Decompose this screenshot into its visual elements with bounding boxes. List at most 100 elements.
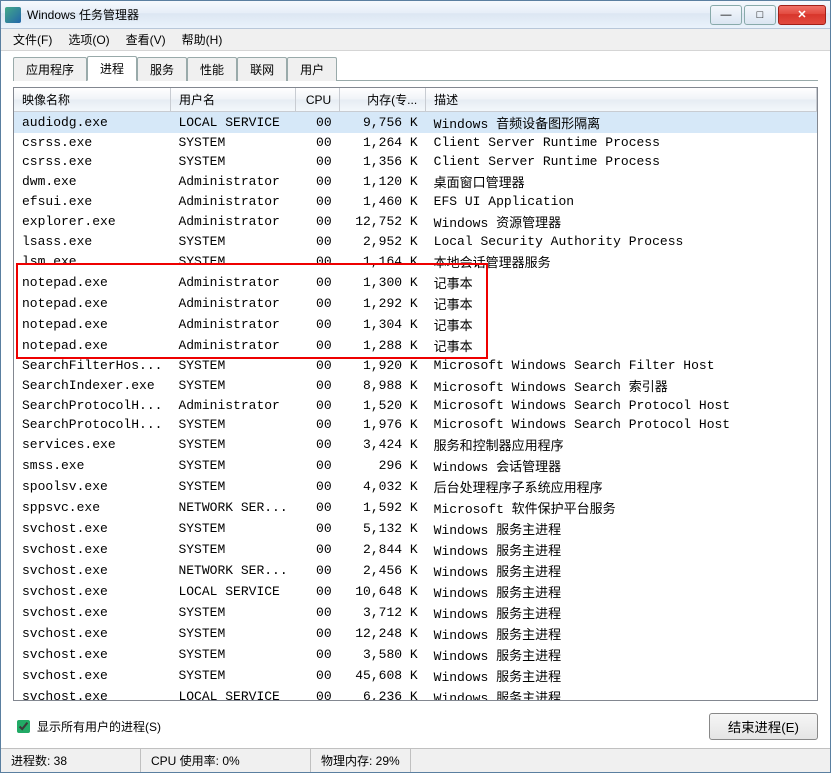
menu-options[interactable]: 选项(O) bbox=[60, 29, 117, 50]
cell-desc: Microsoft Windows Search Protocol Host bbox=[426, 415, 817, 434]
cell-mem: 12,248 K bbox=[340, 623, 426, 644]
cell-desc: Windows 服务主进程 bbox=[426, 686, 817, 700]
cell-user: SYSTEM bbox=[170, 251, 295, 272]
cell-desc: Windows 服务主进程 bbox=[426, 518, 817, 539]
table-row[interactable]: svchost.exeNETWORK SER...002,456 KWindow… bbox=[14, 560, 817, 581]
minimize-button[interactable]: — bbox=[710, 5, 742, 25]
tab-strip: 应用程序 进程 服务 性能 联网 用户 bbox=[1, 51, 830, 80]
table-row[interactable]: smss.exeSYSTEM00296 KWindows 会话管理器 bbox=[14, 455, 817, 476]
menu-file[interactable]: 文件(F) bbox=[5, 29, 60, 50]
cell-cpu: 00 bbox=[296, 152, 340, 171]
cell-name: smss.exe bbox=[14, 455, 170, 476]
show-all-users-input[interactable] bbox=[17, 720, 30, 733]
table-row[interactable]: SearchFilterHos...SYSTEM001,920 KMicroso… bbox=[14, 356, 817, 375]
table-row[interactable]: svchost.exeSYSTEM0012,248 KWindows 服务主进程 bbox=[14, 623, 817, 644]
menu-help[interactable]: 帮助(H) bbox=[174, 29, 231, 50]
cell-mem: 1,164 K bbox=[340, 251, 426, 272]
cell-user: Administrator bbox=[170, 314, 295, 335]
table-row[interactable]: explorer.exeAdministrator0012,752 KWindo… bbox=[14, 211, 817, 232]
cell-name: SearchProtocolH... bbox=[14, 396, 170, 415]
cell-cpu: 00 bbox=[296, 211, 340, 232]
table-row[interactable]: efsui.exeAdministrator001,460 KEFS UI Ap… bbox=[14, 192, 817, 211]
tab-services[interactable]: 服务 bbox=[137, 57, 187, 81]
cell-name: notepad.exe bbox=[14, 272, 170, 293]
table-row[interactable]: svchost.exeSYSTEM002,844 KWindows 服务主进程 bbox=[14, 539, 817, 560]
cell-mem: 1,976 K bbox=[340, 415, 426, 434]
table-row[interactable]: lsm.exeSYSTEM001,164 K本地会话管理器服务 bbox=[14, 251, 817, 272]
cell-desc: EFS UI Application bbox=[426, 192, 817, 211]
cell-desc: Microsoft Windows Search Protocol Host bbox=[426, 396, 817, 415]
table-row[interactable]: csrss.exeSYSTEM001,356 KClient Server Ru… bbox=[14, 152, 817, 171]
cell-mem: 8,988 K bbox=[340, 375, 426, 396]
statusbar: 进程数: 38 CPU 使用率: 0% 物理内存: 29% bbox=[1, 748, 830, 772]
tab-users[interactable]: 用户 bbox=[287, 57, 337, 81]
cell-mem: 3,424 K bbox=[340, 434, 426, 455]
cell-name: explorer.exe bbox=[14, 211, 170, 232]
cell-desc: Windows 服务主进程 bbox=[426, 644, 817, 665]
table-row[interactable]: SearchProtocolH...SYSTEM001,976 KMicroso… bbox=[14, 415, 817, 434]
cell-user: SYSTEM bbox=[170, 152, 295, 171]
cell-mem: 2,844 K bbox=[340, 539, 426, 560]
table-row[interactable]: notepad.exeAdministrator001,304 K记事本 bbox=[14, 314, 817, 335]
table-row[interactable]: services.exeSYSTEM003,424 K服务和控制器应用程序 bbox=[14, 434, 817, 455]
cell-desc: Microsoft Windows Search Filter Host bbox=[426, 356, 817, 375]
cell-cpu: 00 bbox=[296, 272, 340, 293]
cell-name: svchost.exe bbox=[14, 602, 170, 623]
tab-performance[interactable]: 性能 bbox=[187, 57, 237, 81]
cell-desc: 记事本 bbox=[426, 293, 817, 314]
table-row[interactable]: spoolsv.exeSYSTEM004,032 K后台处理程序子系统应用程序 bbox=[14, 476, 817, 497]
table-row[interactable]: svchost.exeLOCAL SERVICE0010,648 KWindow… bbox=[14, 581, 817, 602]
close-button[interactable]: ✕ bbox=[778, 5, 826, 25]
tab-networking[interactable]: 联网 bbox=[237, 57, 287, 81]
table-row[interactable]: dwm.exeAdministrator001,120 K桌面窗口管理器 bbox=[14, 171, 817, 192]
cell-cpu: 00 bbox=[296, 232, 340, 251]
show-all-users-label: 显示所有用户的进程(S) bbox=[37, 718, 161, 735]
table-row[interactable]: svchost.exeLOCAL SERVICE006,236 KWindows… bbox=[14, 686, 817, 700]
table-row[interactable]: svchost.exeSYSTEM0045,608 KWindows 服务主进程 bbox=[14, 665, 817, 686]
process-table-scroll[interactable]: 映像名称 用户名 CPU 内存(专... 描述 audiodg.exeLOCAL… bbox=[14, 88, 817, 700]
tab-processes[interactable]: 进程 bbox=[87, 56, 137, 81]
col-cpu[interactable]: CPU bbox=[296, 88, 340, 112]
cell-user: SYSTEM bbox=[170, 623, 295, 644]
tab-applications[interactable]: 应用程序 bbox=[13, 57, 87, 81]
cell-desc: Microsoft 软件保护平台服务 bbox=[426, 497, 817, 518]
table-row[interactable]: notepad.exeAdministrator001,288 K记事本 bbox=[14, 335, 817, 356]
end-process-button[interactable]: 结束进程(E) bbox=[709, 713, 818, 740]
cell-cpu: 00 bbox=[296, 560, 340, 581]
bottom-panel: 显示所有用户的进程(S) 结束进程(E) bbox=[1, 707, 830, 748]
table-row[interactable]: notepad.exeAdministrator001,292 K记事本 bbox=[14, 293, 817, 314]
table-row[interactable]: notepad.exeAdministrator001,300 K记事本 bbox=[14, 272, 817, 293]
table-row[interactable]: sppsvc.exeNETWORK SER...001,592 KMicroso… bbox=[14, 497, 817, 518]
titlebar[interactable]: Windows 任务管理器 — □ ✕ bbox=[1, 1, 830, 29]
cell-user: Administrator bbox=[170, 335, 295, 356]
maximize-button[interactable]: □ bbox=[744, 5, 776, 25]
cell-desc: Windows 服务主进程 bbox=[426, 581, 817, 602]
col-memory[interactable]: 内存(专... bbox=[340, 88, 426, 112]
column-headers: 映像名称 用户名 CPU 内存(专... 描述 bbox=[14, 88, 817, 112]
table-row[interactable]: SearchIndexer.exeSYSTEM008,988 KMicrosof… bbox=[14, 375, 817, 396]
col-description[interactable]: 描述 bbox=[426, 88, 817, 112]
app-icon bbox=[5, 7, 21, 23]
col-image-name[interactable]: 映像名称 bbox=[14, 88, 170, 112]
cell-user: SYSTEM bbox=[170, 415, 295, 434]
cell-name: csrss.exe bbox=[14, 133, 170, 152]
table-row[interactable]: csrss.exeSYSTEM001,264 KClient Server Ru… bbox=[14, 133, 817, 152]
task-manager-window: Windows 任务管理器 — □ ✕ 文件(F) 选项(O) 查看(V) 帮助… bbox=[0, 0, 831, 773]
table-row[interactable]: lsass.exeSYSTEM002,952 KLocal Security A… bbox=[14, 232, 817, 251]
menu-view[interactable]: 查看(V) bbox=[118, 29, 174, 50]
table-row[interactable]: svchost.exeSYSTEM003,712 KWindows 服务主进程 bbox=[14, 602, 817, 623]
cell-cpu: 00 bbox=[296, 133, 340, 152]
cell-cpu: 00 bbox=[296, 602, 340, 623]
show-all-users-checkbox[interactable]: 显示所有用户的进程(S) bbox=[13, 717, 161, 736]
cell-cpu: 00 bbox=[296, 623, 340, 644]
cell-mem: 1,292 K bbox=[340, 293, 426, 314]
cell-cpu: 00 bbox=[296, 314, 340, 335]
table-row[interactable]: SearchProtocolH...Administrator001,520 K… bbox=[14, 396, 817, 415]
cell-cpu: 00 bbox=[296, 335, 340, 356]
col-user-name[interactable]: 用户名 bbox=[170, 88, 295, 112]
cell-user: NETWORK SER... bbox=[170, 497, 295, 518]
table-row[interactable]: audiodg.exeLOCAL SERVICE009,756 KWindows… bbox=[14, 112, 817, 134]
cell-name: svchost.exe bbox=[14, 539, 170, 560]
table-row[interactable]: svchost.exeSYSTEM003,580 KWindows 服务主进程 bbox=[14, 644, 817, 665]
table-row[interactable]: svchost.exeSYSTEM005,132 KWindows 服务主进程 bbox=[14, 518, 817, 539]
